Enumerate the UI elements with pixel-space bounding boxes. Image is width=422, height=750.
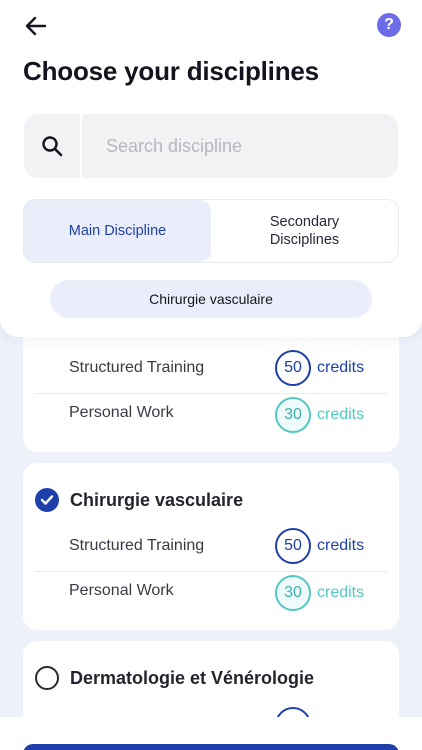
continue-button[interactable] bbox=[23, 744, 399, 750]
credits-badge: 50 bbox=[275, 350, 311, 386]
credits-unit: credits bbox=[317, 359, 365, 376]
credits-unit: credits bbox=[317, 537, 365, 554]
credit-row-structured: Structured Training 50 credits bbox=[69, 345, 399, 391]
checkmark-icon bbox=[40, 495, 54, 505]
row-label: Structured Training bbox=[69, 537, 205, 554]
radio-unchecked-icon[interactable] bbox=[35, 666, 59, 690]
tab-secondary-disciplines[interactable]: Secondary Disciplines bbox=[211, 200, 398, 262]
row-label: Personal Work bbox=[69, 404, 174, 421]
bottom-bar bbox=[0, 717, 422, 750]
tab-main-discipline[interactable]: Main Discipline bbox=[24, 200, 211, 262]
arrow-left-icon bbox=[25, 16, 47, 36]
page-title: Choose your disciplines bbox=[23, 56, 319, 86]
selected-discipline-chip[interactable]: Chirurgie vasculaire bbox=[50, 280, 372, 318]
row-label: Structured Training bbox=[69, 359, 205, 376]
credits-badge: 30 bbox=[275, 575, 311, 611]
header-panel: ? Choose your disciplines Main Disciplin… bbox=[0, 0, 422, 337]
discipline-title: Chirurgie vasculaire bbox=[70, 490, 244, 510]
credits-display: 50 credits bbox=[275, 350, 364, 386]
search-input[interactable] bbox=[82, 114, 398, 178]
check-circle-icon[interactable] bbox=[35, 488, 59, 512]
search-icon-wrap[interactable] bbox=[24, 114, 82, 178]
search-box bbox=[24, 114, 398, 178]
discipline-tabs: Main Discipline Secondary Disciplines bbox=[23, 199, 399, 263]
credits-display: 50 credits bbox=[275, 528, 364, 564]
credits-unit: credits bbox=[317, 406, 365, 423]
back-button[interactable] bbox=[22, 12, 50, 40]
credits-badge: 50 bbox=[275, 528, 311, 564]
credits-unit: credits bbox=[317, 584, 365, 601]
credits-display-personal: 30 credits bbox=[275, 397, 364, 433]
question-circle-icon: ? bbox=[384, 16, 394, 33]
credits-display: 30 credits bbox=[275, 575, 364, 611]
discipline-title: Dermatologie et Vénérologie bbox=[70, 668, 315, 688]
help-button[interactable]: ? bbox=[377, 13, 401, 37]
row-label: Personal Work bbox=[69, 582, 174, 599]
search-icon bbox=[42, 136, 63, 157]
credits-badge: 30 bbox=[275, 397, 311, 433]
